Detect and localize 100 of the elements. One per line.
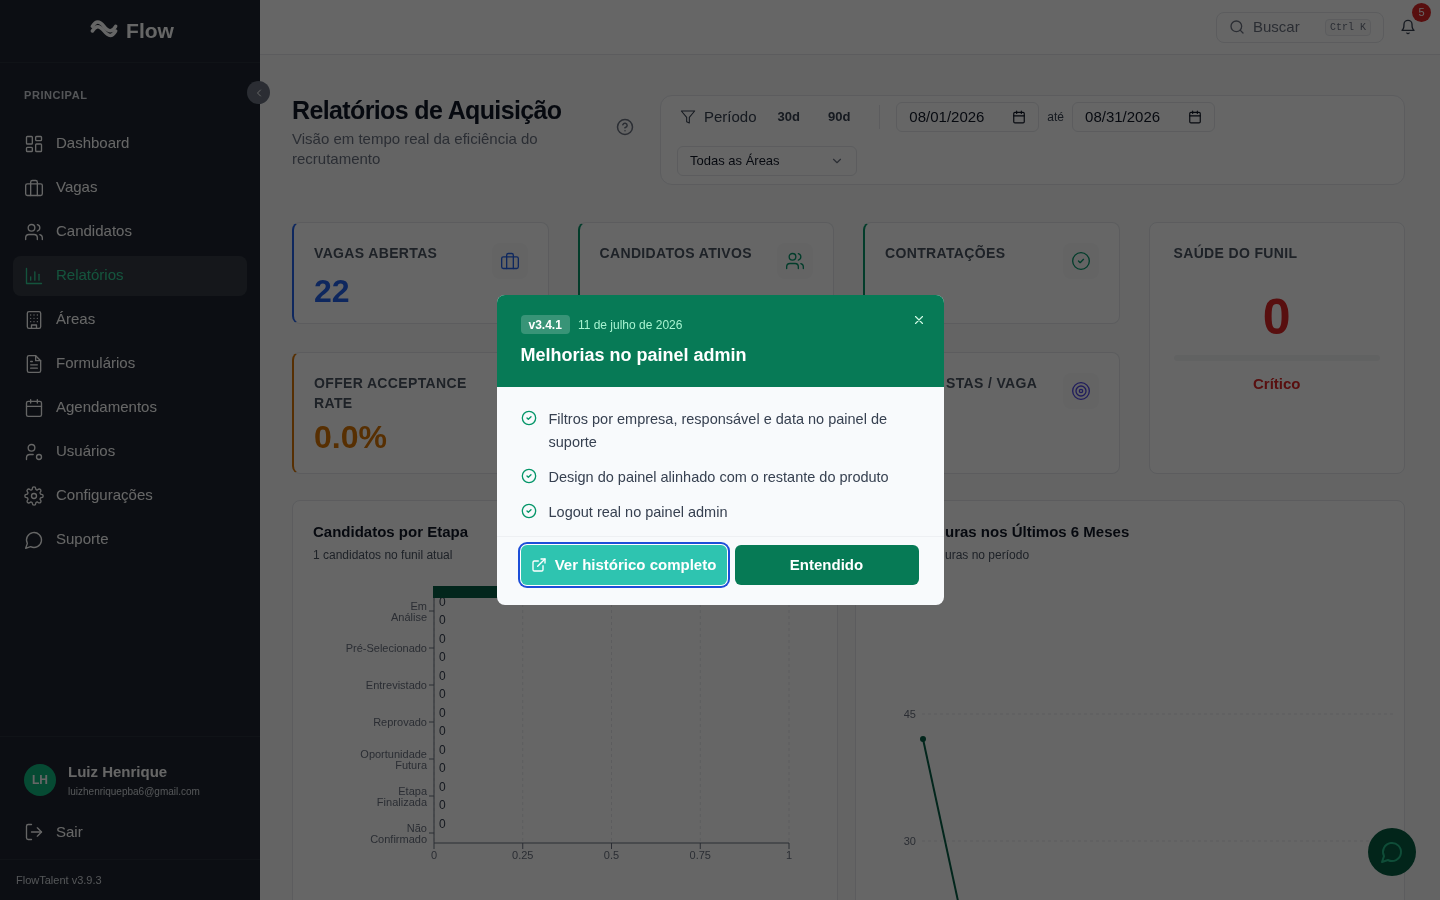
sidebar-item[interactable]: Candidatos <box>13 211 247 252</box>
value-label: 0 <box>439 613 446 628</box>
category-label: Oportunidade Futura <box>360 748 427 771</box>
kpi-value: 0.0% <box>314 418 388 457</box>
page-title: Relatórios de Aquisição <box>292 95 563 125</box>
sidebar-item[interactable]: Agendamentos <box>13 387 247 428</box>
users-icon <box>785 251 805 271</box>
value-label: 0 <box>439 724 446 739</box>
help-icon <box>616 118 634 136</box>
target-icon <box>1070 381 1091 401</box>
briefcase-icon <box>499 251 520 271</box>
value-label: 0 <box>439 798 446 813</box>
category-label: Etapa Finalizada <box>376 785 427 808</box>
user-name: Luiz Henrique <box>68 762 169 782</box>
health-status: Crítico <box>1253 374 1301 394</box>
grid-icon <box>24 133 44 154</box>
tick-label: 0.5 <box>603 849 620 861</box>
calendar-icon <box>24 397 44 418</box>
period-preset[interactable]: 90d <box>814 103 864 131</box>
user-email: luizhenriquepba6@gmail.com <box>68 784 200 799</box>
dialog-title: Melhorias no painel admin <box>520 344 748 367</box>
chat-bubble-icon <box>1380 840 1404 864</box>
change-item: Design do painel alinhado com o restante do produto <box>548 468 889 487</box>
history-button[interactable]: Ver histórico completo <box>520 545 727 585</box>
chart-subtitle: 1 candidatos no funil atual <box>313 546 454 564</box>
kpi-label: OFFER ACCEPTANCE RATE <box>314 374 468 413</box>
x-tick <box>611 842 612 850</box>
collapse-button[interactable] <box>247 81 270 104</box>
kpi-label: VAGAS ABERTAS <box>314 244 439 263</box>
axis-label: 30 <box>903 835 916 847</box>
category-label: Reprovado <box>373 716 427 728</box>
x-tick <box>699 842 701 850</box>
category-label: Em Análise <box>390 600 427 623</box>
logo-text: Flow <box>126 18 174 45</box>
health-score: 0 <box>1262 289 1291 345</box>
kpi-label: CANDIDATOS ATIVOS <box>599 244 753 263</box>
kpi-label: STAS / VAGA <box>946 374 1038 393</box>
change-item: Logout real no painel admin <box>548 503 728 522</box>
value-label: 0 <box>439 779 446 794</box>
tick-label: 1 <box>785 849 793 861</box>
sidebar-item[interactable]: Vagas <box>13 167 247 208</box>
sidebar-item[interactable]: Dashboard <box>13 123 247 164</box>
document-icon <box>24 353 44 374</box>
axis-label: 45 <box>903 708 916 720</box>
value-label: 0 <box>439 816 446 831</box>
health-label: SAÚDE DO FUNIL <box>1173 243 1298 263</box>
confirm-button[interactable]: Entendido <box>734 545 919 585</box>
value-label: 0 <box>439 705 446 720</box>
page-subtitle: Visão em tempo real da eficiência do recrutamento <box>292 129 539 169</box>
value-label: 0 <box>439 631 446 646</box>
external-link-icon <box>530 557 547 573</box>
tick-label: 0.25 <box>512 849 534 861</box>
kpi-label: CONTRATAÇÕES <box>885 244 1007 263</box>
logout-icon <box>24 821 44 842</box>
version-text: FlowTalent v3.9.3 <box>16 872 102 888</box>
notification-badge: 5 <box>1412 3 1431 22</box>
check-circle-icon <box>520 410 537 426</box>
sidebar-item[interactable]: Formulários <box>13 343 247 384</box>
user-gear-icon <box>24 441 44 462</box>
period-preset[interactable]: 30d <box>764 103 813 131</box>
change-item: Filtros por empresa, responsável e data no painel de suporte <box>548 410 889 452</box>
bar-chart-icon <box>24 265 44 286</box>
chart-title: uras nos Últimos 6 Meses <box>945 522 1130 542</box>
date-field[interactable]: 08/31/2026 <box>1072 102 1216 132</box>
value-label: 0 <box>439 742 446 757</box>
check-circle-icon <box>1070 251 1091 271</box>
check-circle-icon <box>520 503 537 519</box>
sidebar-item[interactable]: Usuários <box>13 431 247 472</box>
sidebar-item[interactable]: Configurações <box>13 475 247 516</box>
date-separator: até <box>1047 109 1065 126</box>
chat-bubble-icon <box>24 529 44 550</box>
notifications-button[interactable] <box>1400 19 1416 35</box>
date-field[interactable]: 08/01/2026 <box>896 102 1040 132</box>
sidebar-item[interactable]: Áreas <box>13 299 247 340</box>
users-icon <box>24 221 44 242</box>
check-circle-icon <box>520 468 537 484</box>
category-label: Pré-Selecionado <box>345 642 427 654</box>
release-date: 11 de julho de 2026 <box>577 316 683 334</box>
value-label: 0 <box>439 761 446 776</box>
chart-subtitle: uras no período <box>945 546 1030 564</box>
logout-link[interactable]: Sair <box>24 820 236 843</box>
sidebar-item[interactable]: Suporte <box>13 519 247 560</box>
settings-icon <box>24 485 44 506</box>
value-label: 0 <box>439 668 446 683</box>
version-badge: v3.4.1 <box>520 315 570 334</box>
calendar-icon <box>1188 110 1203 124</box>
period-label: Período <box>704 106 757 127</box>
bell-icon <box>1400 19 1416 35</box>
building-icon <box>24 309 44 330</box>
search-icon <box>1229 19 1245 35</box>
tick-label: 0.75 <box>689 849 711 861</box>
area-select[interactable]: Todas as Áreas <box>677 146 857 176</box>
briefcase-icon <box>24 177 44 198</box>
category-label: Entrevistado <box>365 679 427 691</box>
category-label: Não Confirmado <box>370 822 427 845</box>
calendar-icon <box>1012 110 1027 124</box>
x-tick <box>522 842 524 850</box>
avatar: LH <box>24 763 56 796</box>
value-label: 0 <box>439 687 446 702</box>
value-label: 0 <box>439 650 446 665</box>
